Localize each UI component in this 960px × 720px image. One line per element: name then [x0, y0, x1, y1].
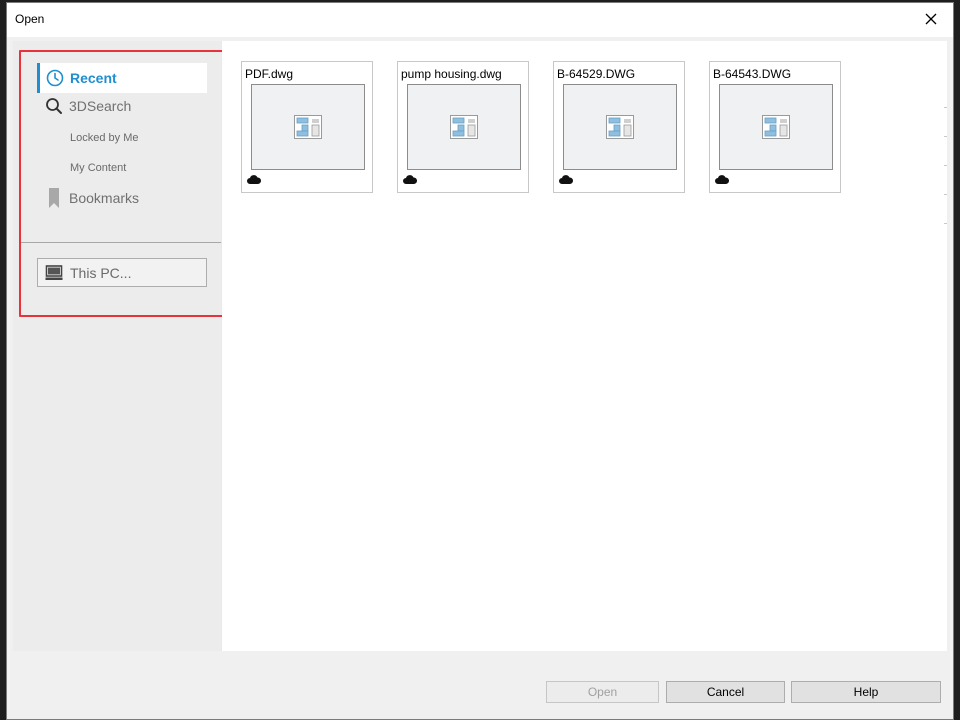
- title-bar[interactable]: Open: [7, 3, 953, 37]
- file-name: pump housing.dwg: [401, 67, 502, 81]
- dialog-body: Recent 3DSearch Locked by Me My Content …: [13, 41, 947, 651]
- navigation-pane: Recent 3DSearch Locked by Me My Content …: [13, 41, 225, 651]
- this-pc-label: This PC...: [70, 264, 132, 281]
- nav-item-bookmarks[interactable]: Bookmarks: [45, 187, 139, 209]
- file-thumbnail: [563, 84, 677, 170]
- nav-item-bookmarks-label: Bookmarks: [69, 190, 140, 206]
- file-name: PDF.dwg: [245, 67, 294, 81]
- nav-item-recent[interactable]: Recent: [37, 63, 207, 93]
- file-tile[interactable]: B-64543.DWG: [709, 61, 841, 193]
- nav-item-3dsearch[interactable]: 3DSearch: [45, 97, 131, 115]
- file-tile[interactable]: pump housing.dwg: [397, 61, 529, 193]
- nav-item-recent-label: Recent: [70, 70, 117, 86]
- search-icon: [46, 98, 62, 114]
- drawing-icon: [294, 115, 322, 139]
- this-pc-button[interactable]: This PC...: [37, 258, 207, 287]
- bookmark-icon: [49, 188, 59, 208]
- nav-item-3dsearch-label: 3DSearch: [69, 98, 132, 114]
- close-button[interactable]: [909, 3, 953, 35]
- drawing-icon: [606, 115, 634, 139]
- scroll-edge-marks: [944, 107, 947, 252]
- cloud-icon: [559, 175, 573, 184]
- open-button[interactable]: Open: [546, 681, 659, 703]
- cloud-icon: [715, 175, 729, 184]
- window-title: Open: [15, 12, 45, 26]
- cancel-button[interactable]: Cancel: [666, 681, 785, 703]
- computer-icon: [45, 264, 63, 280]
- file-thumbnail: [251, 84, 365, 170]
- clock-icon: [46, 69, 64, 87]
- file-tile[interactable]: B-64529.DWG: [553, 61, 685, 193]
- drawing-icon: [762, 115, 790, 139]
- file-list: PDF.dwg pump housing.dwg B-64529.DWG B-6…: [222, 41, 947, 651]
- cloud-icon: [247, 175, 261, 184]
- file-name: B-64529.DWG: [557, 67, 636, 81]
- cloud-icon: [403, 175, 417, 184]
- help-button[interactable]: Help: [791, 681, 941, 703]
- drawing-icon: [450, 115, 478, 139]
- file-tile[interactable]: PDF.dwg: [241, 61, 373, 193]
- nav-item-locked-by-me[interactable]: Locked by Me: [70, 132, 138, 144]
- file-name: B-64543.DWG: [713, 67, 792, 81]
- file-thumbnail: [719, 84, 833, 170]
- file-thumbnail: [407, 84, 521, 170]
- nav-item-my-content[interactable]: My Content: [70, 162, 126, 174]
- open-dialog: Open Recent 3DSearch Locked by Me My Con…: [6, 2, 954, 720]
- nav-divider: [19, 242, 221, 243]
- close-icon: [925, 13, 937, 25]
